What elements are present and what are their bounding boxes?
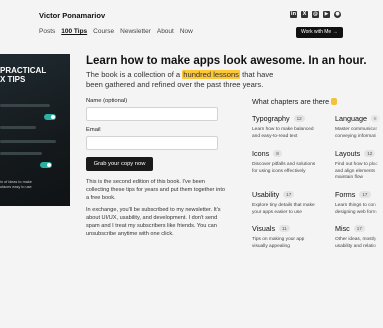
youtube-icon[interactable]: ▶ (323, 11, 330, 18)
nav-course[interactable]: Course (93, 28, 114, 35)
cover-decor-bar (0, 152, 42, 155)
cover-title-line-1: PRACTICAL (0, 66, 47, 75)
site-header: Victor Ponamariov in X @ ▶ ● Posts 100 T… (0, 0, 383, 44)
cover-decor-bar (0, 126, 36, 129)
chapter-name: Visuals (252, 224, 276, 233)
chapter-name: Forms (335, 190, 356, 199)
cover-decor-bar (0, 140, 56, 143)
chapter-count-badge: 12 (293, 115, 305, 122)
chapters-heading: What chapters are there (252, 97, 338, 106)
hero-description: The book is a collection of a hundred le… (86, 70, 274, 89)
chapter-count-badge: 17 (283, 191, 295, 198)
chapter-count-badge: 17 (353, 225, 365, 232)
chapter-icons[interactable]: Icons 8 Discover pitfalls and solutions f… (252, 149, 334, 175)
mail-icon[interactable]: @ (312, 11, 319, 18)
chapter-description: Explore tiny details that make your apps… (252, 203, 315, 215)
name-field[interactable] (86, 107, 218, 121)
work-with-me-button[interactable]: Work with Me → (296, 27, 343, 38)
main-nav: Posts 100 Tips Course Newsletter About N… (39, 28, 193, 35)
chapter-usability[interactable]: Usability 17 Explore tiny details that ma… (252, 190, 334, 216)
brand-name[interactable]: Victor Ponamariov (39, 11, 105, 20)
nav-about[interactable]: About (157, 28, 174, 35)
chapter-name: Icons (252, 149, 270, 158)
chapter-name: Layouts (335, 149, 361, 158)
name-label: Name (optional) (86, 98, 128, 104)
chapter-typography[interactable]: Typography 12 Learn how to make balanced … (252, 114, 334, 140)
cover-footer-text: in of ideas to make ufaces easy to use (0, 180, 32, 189)
chapter-description: Learn how to make balanced and easy-to-r… (252, 127, 314, 139)
chapter-description: Discover pitfalls and solutions for usin… (252, 162, 316, 174)
linkedin-icon[interactable]: in (290, 11, 297, 18)
chapter-count-badge: 8 (273, 150, 282, 157)
toggle-icon (44, 114, 56, 120)
chapter-name: Typography (252, 114, 290, 123)
chapter-name: Misc (335, 224, 350, 233)
x-icon[interactable]: X (301, 11, 308, 18)
chapter-count-badge: 17 (359, 191, 371, 198)
chapter-description: Tips on making your app visually appeali… (252, 237, 305, 249)
cover-title-line-2: X TIPS (0, 75, 26, 84)
nav-posts[interactable]: Posts (39, 28, 55, 35)
page-title: Learn how to make apps look awesome. In … (86, 55, 367, 67)
nav-now[interactable]: Now (180, 28, 193, 35)
email-field[interactable] (86, 136, 218, 150)
nav-newsletter[interactable]: Newsletter (120, 28, 151, 35)
highlighted-text: hundred lessons (182, 70, 240, 79)
chapter-visuals[interactable]: Visuals 11 Tips on making your app visual… (252, 224, 334, 250)
chapter-name: Language (335, 114, 367, 123)
chapter-count-badge: 11 (279, 225, 290, 232)
pointing-hand-icon (331, 98, 338, 105)
toggle-icon (40, 162, 52, 168)
chapter-name: Usability (252, 190, 280, 199)
grab-copy-button[interactable]: Grab your copy now (86, 157, 153, 171)
nav-100-tips[interactable]: 100 Tips (61, 28, 87, 35)
github-icon[interactable]: ● (334, 11, 341, 18)
email-label: Email (86, 127, 101, 133)
cover-decor-bar (0, 104, 50, 107)
newsletter-paragraph: In exchange, you'll be subscribed to my … (86, 207, 221, 237)
intro-paragraph: This is the second edition of this book.… (86, 179, 225, 201)
overflow-fade (372, 90, 383, 290)
social-links: in X @ ▶ ● (290, 11, 341, 18)
book-cover: PRACTICAL X TIPS in of ideas to make ufa… (0, 54, 70, 206)
